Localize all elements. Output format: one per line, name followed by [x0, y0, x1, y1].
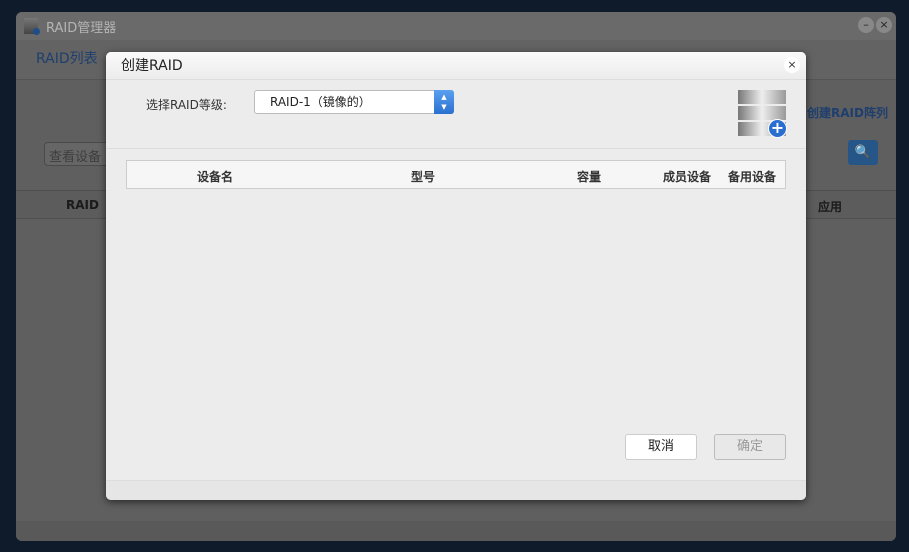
status-bar	[16, 521, 896, 541]
spinner-arrows-icon: ▲ ▼	[434, 90, 454, 114]
raid-level-select[interactable]: RAID-1（镜像的） ▲ ▼	[254, 90, 454, 114]
dialog-title: 创建RAID	[106, 52, 806, 80]
column-device-name: 设备名	[197, 170, 234, 184]
device-table-header: 设备名 型号 容量 成员设备 备用设备	[126, 160, 786, 189]
divider	[106, 148, 806, 149]
cancel-button[interactable]: 取消	[625, 434, 697, 460]
minimize-button[interactable]: –	[858, 17, 874, 33]
column-capacity: 容量	[577, 170, 602, 184]
disk-add-icon: +	[738, 90, 787, 138]
column-model: 型号	[411, 170, 436, 184]
window-title: RAID管理器	[46, 20, 117, 36]
dialog-footer	[106, 480, 806, 500]
column-spare-device: 备用设备	[728, 170, 777, 184]
title-bar: RAID管理器 – ×	[16, 12, 896, 40]
raid-level-label: 选择RAID等级:	[146, 98, 227, 112]
create-raid-array-button[interactable]: 创建RAID阵列	[807, 104, 888, 121]
search-icon: 🔍	[854, 145, 872, 160]
search-button[interactable]: 🔍	[848, 140, 878, 165]
column-apply: 应用	[818, 200, 843, 214]
close-window-button[interactable]: ×	[876, 17, 892, 33]
dialog-close-button[interactable]: ×	[784, 57, 800, 73]
raid-app-icon	[24, 18, 40, 35]
column-member-device: 成员设备	[663, 170, 712, 184]
create-raid-dialog: 创建RAID × 选择RAID等级: RAID-1（镜像的） ▲ ▼ + 设备名 …	[106, 52, 806, 500]
column-raid: RAID	[66, 198, 99, 212]
ok-button[interactable]: 确定	[714, 434, 786, 460]
raid-level-value: RAID-1（镜像的）	[270, 95, 371, 109]
